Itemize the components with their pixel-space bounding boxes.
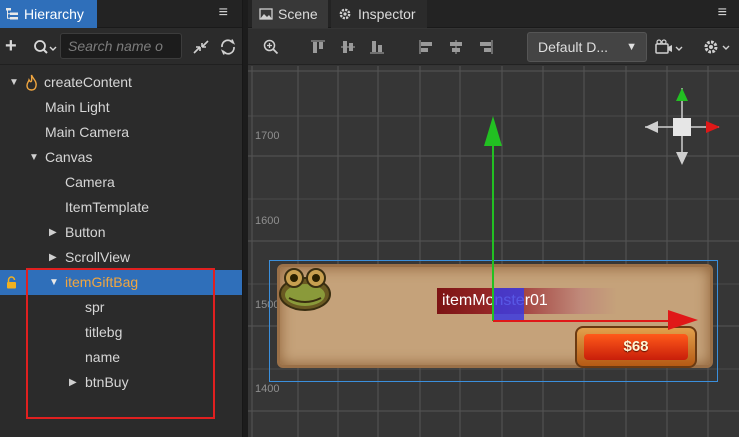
scene-tabbar: Scene Inspector ≡ bbox=[248, 0, 739, 28]
tree-item-btnbuy[interactable]: ▶ btnBuy bbox=[0, 370, 242, 395]
hierarchy-toolbar: + Search name o bbox=[0, 29, 242, 65]
tree-item-itemgiftbag[interactable]: ▼ itemGiftBag bbox=[0, 270, 242, 295]
tree-item-label: Camera bbox=[65, 174, 115, 190]
scene-viewport[interactable]: 1700 1600 1500 1400 itemMonster01 $68 bbox=[248, 66, 739, 437]
tree-item-itemtemplate[interactable]: ItemTemplate bbox=[0, 195, 242, 220]
settings-gear-icon[interactable] bbox=[703, 39, 731, 55]
tree-item-label: itemGiftBag bbox=[65, 274, 139, 290]
refresh-icon[interactable] bbox=[219, 38, 237, 56]
search-input[interactable]: Search name o bbox=[60, 33, 182, 59]
tree-item-label: Canvas bbox=[45, 149, 93, 165]
tab-hierarchy-label: Hierarchy bbox=[24, 6, 84, 22]
gear-icon bbox=[339, 8, 351, 20]
expand-caret-icon[interactable]: ▼ bbox=[29, 145, 39, 170]
scene-menu-icon[interactable]: ≡ bbox=[718, 4, 727, 22]
tree-item-label: Main Camera bbox=[45, 124, 130, 140]
align-right-icon[interactable] bbox=[478, 39, 494, 55]
tree-item-scrollview[interactable]: ▶ ScrollView bbox=[0, 245, 242, 270]
scene-icon bbox=[259, 8, 273, 20]
align-top-icon[interactable] bbox=[310, 39, 326, 55]
align-hcenter-icon[interactable] bbox=[448, 39, 464, 55]
tree-item-label: ScrollView bbox=[65, 249, 131, 265]
expand-caret-icon[interactable]: ▼ bbox=[9, 70, 19, 95]
hierarchy-panel: Hierarchy ≡ + Search name o ▼ createCont… bbox=[0, 0, 242, 437]
tree-item-label: ItemTemplate bbox=[65, 199, 150, 215]
tree-item-label: titlebg bbox=[85, 324, 123, 340]
tree-item-label: Main Light bbox=[45, 99, 110, 115]
align-vcenter-icon[interactable] bbox=[340, 39, 356, 55]
tree-item-titlebg[interactable]: titlebg bbox=[0, 320, 242, 345]
tree-item-main-light[interactable]: Main Light bbox=[0, 95, 242, 120]
tree-item-label: Button bbox=[65, 224, 106, 240]
scene-panel: Scene Inspector ≡ Default D... ▼ 1700 16… bbox=[248, 0, 739, 437]
hierarchy-menu-icon[interactable]: ≡ bbox=[219, 4, 228, 22]
add-node-button[interactable]: + bbox=[5, 35, 17, 57]
zoom-icon[interactable] bbox=[263, 39, 279, 55]
tab-inspector-label: Inspector bbox=[358, 6, 416, 22]
tree-item-spr[interactable]: spr bbox=[0, 295, 242, 320]
dropdown-arrow-icon: ▼ bbox=[626, 41, 637, 53]
camera-icon[interactable] bbox=[655, 39, 683, 55]
search-icon[interactable] bbox=[33, 39, 57, 57]
lock-icon[interactable] bbox=[6, 276, 17, 289]
camera-mode-dropdown[interactable]: Default D... ▼ bbox=[527, 32, 647, 62]
tab-hierarchy[interactable]: Hierarchy bbox=[0, 0, 97, 28]
hierarchy-tabbar: Hierarchy ≡ bbox=[0, 0, 242, 28]
align-left-icon[interactable] bbox=[418, 39, 434, 55]
collapse-all-icon[interactable] bbox=[192, 39, 210, 55]
fire-icon bbox=[26, 74, 37, 91]
tree-item-main-camera[interactable]: Main Camera bbox=[0, 120, 242, 145]
hierarchy-icon bbox=[6, 8, 18, 20]
tab-scene-label: Scene bbox=[278, 6, 318, 22]
tree-item-label: spr bbox=[85, 299, 105, 315]
tree-item-button[interactable]: ▶ Button bbox=[0, 220, 242, 245]
tab-inspector[interactable]: Inspector bbox=[331, 0, 427, 28]
tree-item-canvas[interactable]: ▼ Canvas bbox=[0, 145, 242, 170]
tree-item-name[interactable]: name bbox=[0, 345, 242, 370]
tree-item-createcontent[interactable]: ▼ createContent bbox=[0, 70, 242, 95]
camera-mode-value: Default D... bbox=[538, 39, 609, 55]
orientation-gizmo[interactable] bbox=[248, 66, 739, 437]
tab-scene[interactable]: Scene bbox=[252, 0, 328, 28]
tree-item-camera[interactable]: Camera bbox=[0, 170, 242, 195]
tree-item-label: name bbox=[85, 349, 121, 365]
collapsed-caret-icon[interactable]: ▶ bbox=[49, 245, 57, 270]
collapsed-caret-icon[interactable]: ▶ bbox=[49, 220, 57, 245]
scene-toolbar: Default D... ▼ bbox=[248, 29, 739, 65]
align-bottom-icon[interactable] bbox=[369, 39, 385, 55]
expand-caret-icon[interactable]: ▼ bbox=[49, 270, 59, 295]
tree-item-label: createContent bbox=[44, 74, 132, 90]
collapsed-caret-icon[interactable]: ▶ bbox=[69, 370, 77, 395]
tree-item-label: btnBuy bbox=[85, 374, 129, 390]
